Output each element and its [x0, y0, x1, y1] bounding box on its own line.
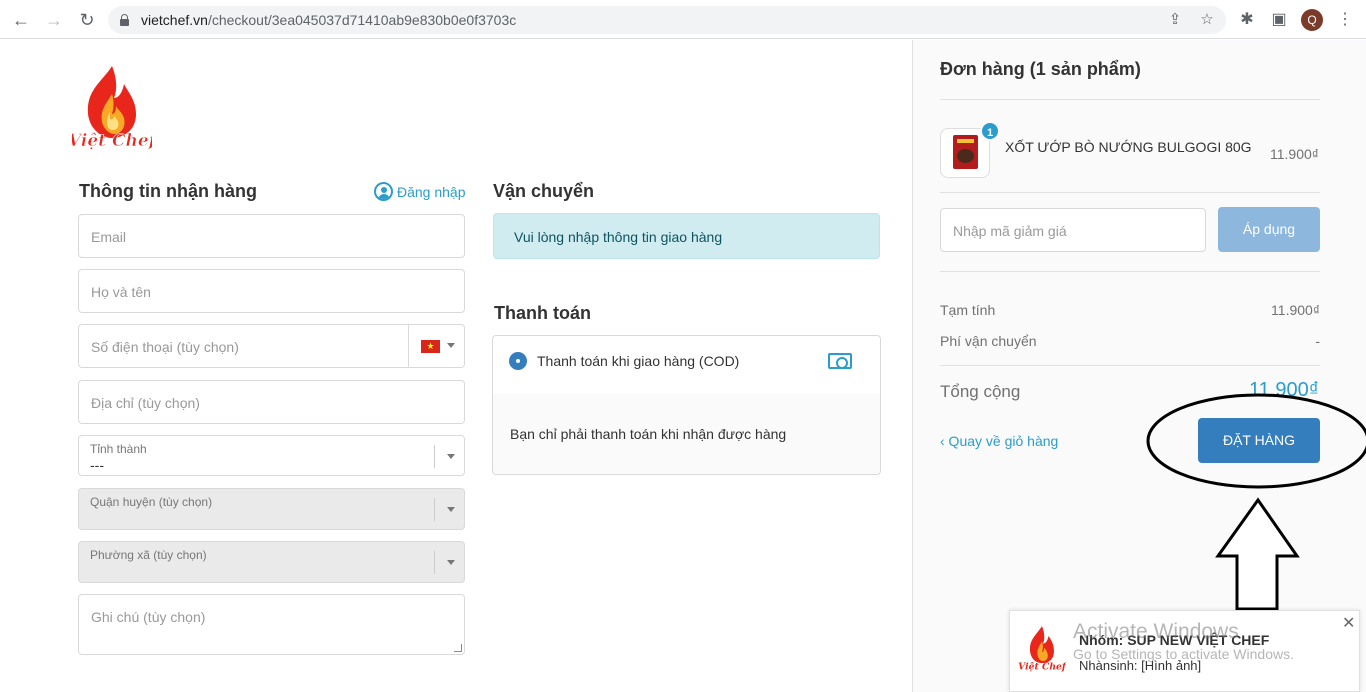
activate-windows-watermark: Activate Windows Go to Settings to activ…	[1073, 620, 1294, 662]
product-price: 11.900₫	[1270, 146, 1319, 162]
url-domain: vietchef.vn	[141, 12, 208, 28]
cod-label: Thanh toán khi giao hàng (COD)	[537, 353, 740, 369]
notification-logo: Việt Chef	[1018, 626, 1066, 673]
payment-description: Bạn chỉ phải thanh toán khi nhận được hà…	[493, 394, 880, 474]
total-label: Tổng cộng	[940, 382, 1021, 401]
divider	[940, 99, 1320, 100]
select-divider	[434, 551, 435, 574]
extensions-icon[interactable]: ✱	[1236, 9, 1258, 31]
divider	[940, 271, 1320, 272]
select-divider	[434, 445, 435, 468]
lock-icon	[120, 14, 129, 26]
coupon-placeholder: Nhập mã giảm giá	[953, 223, 1067, 239]
address-field[interactable]: Địa chỉ (tùy chọn)	[78, 380, 465, 424]
cod-radio[interactable]	[509, 352, 527, 370]
shipping-title: Vận chuyển	[493, 181, 595, 201]
browser-toolbar: ← → ↻ vietchef.vn/checkout/3ea045037d714…	[0, 0, 1366, 39]
payment-description-text: Bạn chỉ phải thanh toán khi nhận được hà…	[510, 426, 787, 442]
product-name: XỐT ƯỚP BÒ NƯỚNG BULGOGI 80G	[1005, 139, 1252, 155]
reload-icon[interactable]: ↻	[76, 9, 98, 31]
subtotal-label: Tạm tính	[940, 302, 996, 318]
sidepanel-icon[interactable]: ▣	[1268, 9, 1290, 31]
shipping-notice-text: Vui lòng nhập thông tin giao hàng	[514, 229, 723, 245]
province-select[interactable]: Tỉnh thành ---	[78, 435, 465, 476]
payment-method-box: Thanh toán khi giao hàng (COD) Bạn chỉ p…	[492, 335, 881, 475]
notification-logo-text: Việt Chef	[1018, 662, 1066, 673]
province-value: ---	[90, 457, 104, 473]
shipping-fee-label: Phí vận chuyển	[940, 333, 1037, 349]
user-icon	[374, 182, 393, 201]
district-select[interactable]: Quận huyện (tùy chọn)	[78, 488, 465, 530]
vietchef-logo[interactable]: Việt Chef	[72, 64, 152, 156]
customer-info-title: Thông tin nhận hàng	[79, 181, 257, 201]
logo-text: Việt Chef	[72, 131, 152, 151]
note-placeholder: Ghi chú (tùy chọn)	[91, 609, 206, 625]
phone-placeholder: Số điện thoại (tùy chọn)	[91, 339, 239, 355]
profile-avatar[interactable]: Q	[1301, 9, 1323, 31]
star-icon[interactable]: ☆	[1197, 10, 1217, 30]
watermark-line2: Go to Settings to activate Windows.	[1073, 646, 1294, 662]
close-icon[interactable]: ✕	[1342, 613, 1355, 633]
country-chevron-down-icon[interactable]	[447, 343, 455, 348]
payment-title: Thanh toán	[494, 303, 591, 323]
coupon-input[interactable]: Nhập mã giảm giá	[940, 208, 1206, 252]
ward-chevron-down-icon	[447, 560, 455, 565]
annotation-up-arrow-icon	[1215, 497, 1300, 611]
ward-label: Phường xã (tùy chọn)	[90, 548, 207, 562]
back-arrow-icon[interactable]: ←	[10, 9, 32, 31]
district-label: Quận huyện (tùy chọn)	[90, 495, 213, 509]
back-to-cart-link[interactable]: ‹ Quay về giỏ hàng	[940, 433, 1058, 449]
shipping-fee-value: -	[1315, 333, 1320, 349]
cash-icon	[828, 353, 852, 369]
email-placeholder: Email	[91, 229, 127, 245]
login-label: Đăng nhập	[397, 183, 466, 200]
district-chevron-down-icon	[447, 507, 455, 512]
apply-coupon-button[interactable]: Áp dụng	[1218, 207, 1320, 252]
annotation-ellipse	[1146, 393, 1366, 489]
select-divider	[434, 498, 435, 521]
address-placeholder: Địa chỉ (tùy chọn)	[91, 395, 200, 411]
ward-select[interactable]: Phường xã (tùy chọn)	[78, 541, 465, 583]
name-placeholder: Họ và tên	[91, 284, 151, 300]
product-image	[953, 135, 978, 169]
order-title: Đơn hàng (1 sản phẩm)	[940, 59, 1141, 79]
note-textarea[interactable]: Ghi chú (tùy chọn)	[78, 594, 465, 655]
menu-icon[interactable]: ⋮	[1334, 9, 1356, 31]
shipping-notice: Vui lòng nhập thông tin giao hàng	[493, 213, 880, 259]
divider	[940, 365, 1320, 366]
annotation-overlay	[1146, 393, 1366, 611]
email-field[interactable]: Email	[78, 214, 465, 258]
quantity-badge: 1	[980, 121, 1000, 141]
phone-field[interactable]: Số điện thoại (tùy chọn) ★	[78, 324, 465, 368]
phone-divider	[408, 325, 409, 367]
watermark-line1: Activate Windows	[1073, 620, 1239, 643]
forward-arrow-icon[interactable]: →	[43, 9, 65, 31]
url-text: vietchef.vn/checkout/3ea045037d71410ab9e…	[141, 12, 516, 28]
vietnam-flag-icon[interactable]: ★	[421, 340, 440, 353]
name-field[interactable]: Họ và tên	[78, 269, 465, 313]
login-link[interactable]: Đăng nhập	[374, 182, 466, 201]
share-icon[interactable]: ⇪	[1165, 10, 1185, 30]
divider	[940, 192, 1320, 193]
subtotal-value: 11.900₫	[1271, 302, 1320, 318]
url-path: /checkout/3ea045037d71410ab9e830b0e0f370…	[207, 12, 517, 28]
payment-option-cod[interactable]: Thanh toán khi giao hàng (COD)	[493, 336, 880, 394]
province-label: Tỉnh thành	[90, 442, 147, 456]
resize-handle-icon[interactable]	[454, 644, 462, 652]
province-chevron-down-icon	[447, 454, 455, 459]
address-bar[interactable]: vietchef.vn/checkout/3ea045037d71410ab9e…	[108, 6, 1226, 34]
